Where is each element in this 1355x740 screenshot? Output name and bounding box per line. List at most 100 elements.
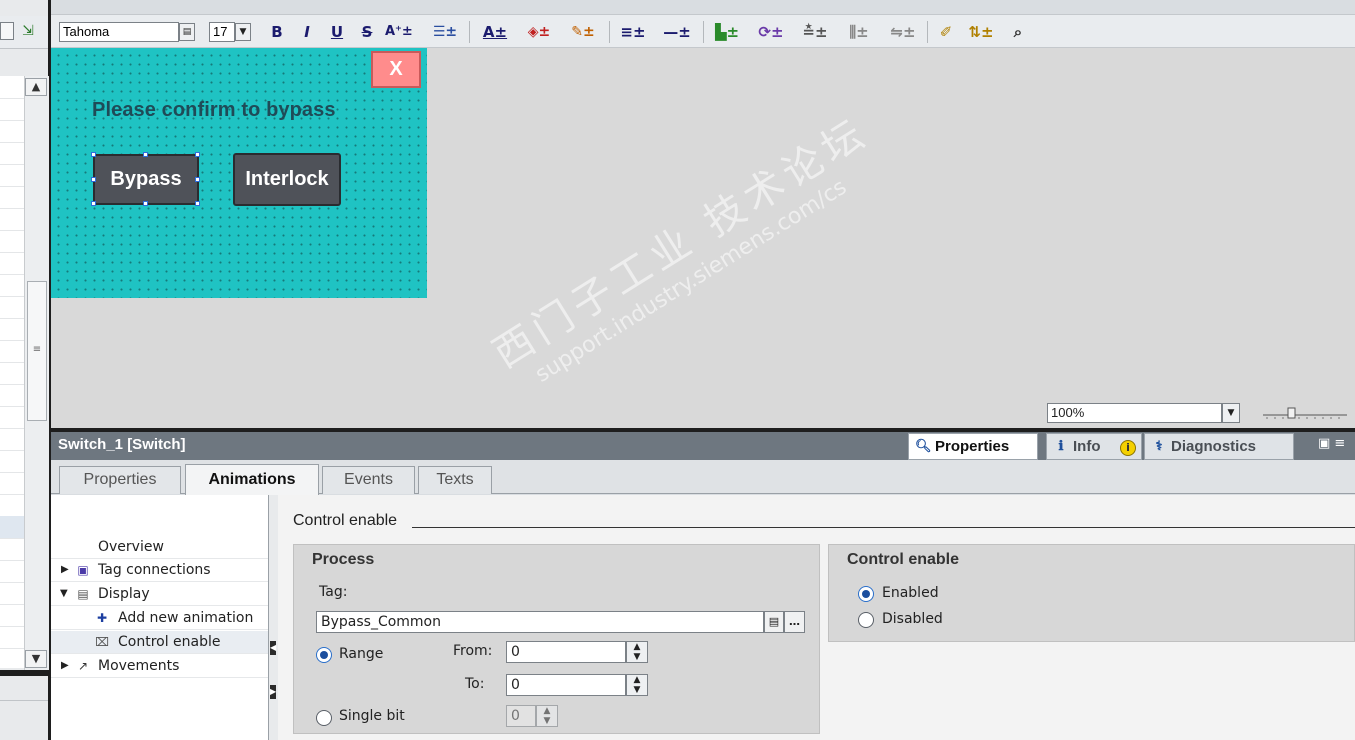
from-input[interactable]: 0 [506, 641, 626, 663]
tab-properties[interactable]: 🔍︎ Properties [908, 433, 1038, 460]
list-item[interactable] [0, 538, 24, 561]
selection-handle[interactable] [91, 201, 96, 206]
tag-browse-icon[interactable]: ▤ [764, 611, 784, 633]
tree-item-add-new-animation[interactable]: ✚ Add new animation [51, 607, 269, 630]
list-item[interactable] [0, 362, 24, 385]
list-item[interactable] [0, 318, 24, 341]
to-spinner[interactable]: ▲ ▼ [626, 674, 648, 696]
selection-handle[interactable] [195, 177, 200, 182]
list-item[interactable] [0, 296, 24, 319]
tab-texts[interactable]: Texts [418, 466, 492, 494]
font-size-field[interactable]: 17 [209, 22, 235, 42]
to-input[interactable]: 0 [506, 674, 626, 696]
format-painter-icon[interactable]: ✐ [935, 21, 957, 43]
project-tree-scrollbar[interactable]: ▲ ≡ ▼ [24, 76, 49, 670]
text-color-icon[interactable]: A± [477, 21, 513, 43]
list-item[interactable] [0, 98, 24, 121]
selection-handle[interactable] [91, 177, 96, 182]
line-width-icon[interactable]: —± [659, 21, 695, 43]
list-item[interactable] [0, 142, 24, 165]
bypass-button[interactable]: Bypass [93, 154, 199, 205]
font-size-increase-icon[interactable]: A⁺± [385, 21, 413, 43]
tree-item-tag-connections[interactable]: ▶ ▣ Tag connections [51, 559, 269, 582]
list-item[interactable] [0, 560, 24, 583]
list-view-icon[interactable] [0, 22, 14, 40]
list-item[interactable] [0, 582, 24, 605]
bold-icon[interactable]: B [269, 21, 285, 43]
tab-events[interactable]: Events [322, 466, 415, 494]
fill-color-icon[interactable]: ◈± [521, 21, 557, 43]
list-item[interactable] [0, 384, 24, 407]
strikethrough-icon[interactable]: S [359, 21, 375, 43]
tab-diagnostics[interactable]: ⚕ Diagnostics [1144, 433, 1294, 460]
line-color-icon[interactable]: ✎± [565, 21, 601, 43]
confirm-prompt-text[interactable]: Please confirm to bypass [92, 99, 336, 122]
selection-handle[interactable] [143, 201, 148, 206]
font-size-dropdown-icon[interactable]: ▼ [235, 23, 251, 41]
tab-animations[interactable]: Animations [185, 464, 319, 495]
list-item[interactable] [0, 164, 24, 187]
list-item[interactable] [0, 604, 24, 627]
selection-handle[interactable] [91, 152, 96, 157]
scroll-down-icon[interactable]: ▼ [25, 650, 47, 668]
zoom-dropdown-icon[interactable]: ▼ [1222, 403, 1240, 423]
bit-input[interactable]: 0 [506, 705, 536, 727]
list-item[interactable] [0, 274, 24, 297]
zoom-level-field[interactable]: 100% [1047, 403, 1222, 423]
italic-icon[interactable]: I [299, 21, 315, 43]
list-item[interactable] [0, 76, 24, 99]
expand-right-icon[interactable]: ▶ [270, 685, 276, 699]
tag-more-button[interactable]: … [784, 611, 805, 633]
align-objects-icon[interactable]: ≛± [797, 21, 833, 43]
distribute-icon[interactable]: ⫼± [841, 21, 877, 43]
tab-properties-sub[interactable]: Properties [59, 466, 181, 494]
close-button[interactable]: X [371, 51, 421, 88]
scroll-thumb[interactable]: ≡ [27, 281, 47, 421]
expand-arrow-icon[interactable]: ▶ [61, 655, 71, 677]
tree-item-overview[interactable]: Overview [51, 536, 269, 559]
tag-input[interactable]: Bypass_Common [316, 611, 764, 633]
bit-spinner[interactable]: ▲ ▼ [536, 705, 558, 727]
tree-item-movements[interactable]: ▶ ↗ Movements [51, 655, 269, 678]
list-item[interactable] [0, 472, 24, 495]
underline-icon[interactable]: U [329, 21, 345, 43]
font-name-dropdown-icon[interactable]: ▤ [179, 23, 195, 41]
font-name-field[interactable]: Tahoma [59, 22, 179, 42]
layer-order-icon[interactable]: ⇅± [963, 21, 999, 43]
tree-splitter[interactable]: ◀ ▶ [268, 495, 278, 740]
selection-handle[interactable] [195, 201, 200, 206]
zoom-selection-icon[interactable]: ⌕ [1007, 21, 1029, 43]
layer-icon[interactable]: ▙± [709, 21, 745, 43]
window-float-icon[interactable]: ▣ ≡ [1318, 436, 1345, 451]
list-item[interactable] [0, 186, 24, 209]
list-item[interactable] [0, 340, 24, 363]
align-icon[interactable]: ☰± [427, 21, 463, 43]
list-item[interactable] [0, 252, 24, 275]
export-icon[interactable]: ⇲ [18, 21, 38, 41]
zoom-slider[interactable] [1263, 406, 1347, 420]
tree-item-display[interactable]: ▼ ▤ Display [51, 583, 269, 606]
rotate-icon[interactable]: ⟳± [753, 21, 789, 43]
tree-item-control-enable[interactable]: ⌧ Control enable [51, 631, 269, 654]
single-bit-radio[interactable] [316, 710, 332, 726]
list-item-selected[interactable] [0, 516, 24, 539]
scroll-up-icon[interactable]: ▲ [25, 78, 47, 96]
list-item[interactable] [0, 626, 24, 649]
list-item[interactable] [0, 120, 24, 143]
collapse-arrow-icon[interactable]: ▼ [60, 583, 70, 605]
list-item[interactable] [0, 428, 24, 451]
line-style-icon[interactable]: ≡± [615, 21, 651, 43]
same-size-icon[interactable]: ⇋± [885, 21, 921, 43]
interlock-button[interactable]: Interlock [233, 153, 341, 206]
expand-arrow-icon[interactable]: ▶ [61, 559, 71, 581]
disabled-radio[interactable] [858, 612, 874, 628]
from-spinner[interactable]: ▲ ▼ [626, 641, 648, 663]
collapse-left-icon[interactable]: ◀ [270, 641, 276, 655]
list-item[interactable] [0, 208, 24, 231]
list-item[interactable] [0, 494, 24, 517]
list-item[interactable] [0, 450, 24, 473]
list-item[interactable] [0, 406, 24, 429]
list-item[interactable] [0, 230, 24, 253]
enabled-radio[interactable] [858, 586, 874, 602]
range-radio[interactable] [316, 647, 332, 663]
